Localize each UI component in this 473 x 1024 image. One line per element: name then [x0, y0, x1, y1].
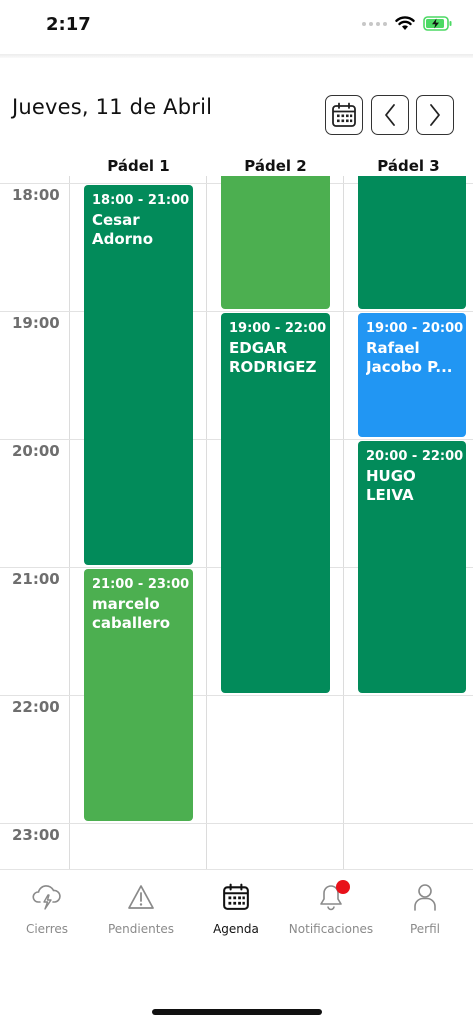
tab-agenda[interactable]: Agenda [189, 870, 283, 950]
calendar-icon [332, 102, 356, 127]
time-label: 18:00 [12, 186, 60, 204]
hour-line [0, 823, 473, 824]
court-header-2: Pádel 2 [244, 157, 307, 175]
chevron-left-icon [385, 104, 395, 126]
booking-name: marcelo caballero [92, 595, 171, 632]
hour-line [0, 695, 473, 696]
home-indicator[interactable] [152, 1009, 322, 1015]
grid-divider [206, 176, 207, 869]
tab-label: Perfil [409, 922, 441, 936]
booking-name: Cesar Adorno [92, 211, 154, 248]
grid-divider [343, 176, 344, 869]
page-title: Jueves, 11 de Abril [12, 95, 213, 119]
storm-cloud-icon [32, 885, 61, 910]
hour-line [0, 311, 473, 312]
booking-time: 18:00 - 21:00 [92, 193, 190, 208]
signal-icon [362, 21, 387, 26]
agenda-header: Jueves, 11 de Abril [0, 58, 473, 158]
previous-day-button[interactable] [371, 95, 409, 135]
booking-card[interactable]: 21:00 - 23:00 marcelo caballero [84, 569, 193, 821]
tab-label: Agenda [213, 922, 259, 936]
battery-charging-icon [423, 16, 452, 31]
notification-badge [336, 880, 350, 894]
booking-card[interactable]: 19:00 - 22:00 EDGAR RODRIGEZ [221, 313, 330, 693]
tab-pendientes[interactable]: Pendientes [94, 870, 188, 950]
time-label: 22:00 [12, 698, 60, 716]
booking-name: EDGAR RODRIGEZ [229, 339, 317, 376]
time-label: 23:00 [12, 826, 60, 844]
court-column-headers: Pádel 1 Pádel 2 Pádel 3 [0, 155, 473, 177]
time-label: 20:00 [12, 442, 60, 460]
time-label: 19:00 [12, 314, 60, 332]
booking-card[interactable]: 20:00 - 22:00 HUGO LEIVA [358, 441, 466, 693]
bottom-tab-bar: Cierres Pendientes Agenda Notificaciones… [0, 869, 473, 979]
booking-name: HUGO LEIVA [366, 467, 416, 504]
warning-icon [128, 885, 154, 909]
court-header-1: Pádel 1 [107, 157, 170, 175]
booking-card[interactable] [358, 176, 466, 309]
chevron-right-icon [430, 104, 440, 126]
calendar-picker-button[interactable] [325, 95, 363, 135]
status-time: 2:17 [46, 14, 91, 35]
tab-label: Cierres [25, 922, 69, 936]
next-day-button[interactable] [416, 95, 454, 135]
booking-time: 20:00 - 22:00 [366, 449, 464, 464]
tab-notificaciones[interactable]: Notificaciones [284, 870, 378, 950]
status-bar: 2:17 [0, 0, 473, 56]
tab-perfil[interactable]: Perfil [378, 870, 472, 950]
tab-label: Notificaciones [288, 922, 374, 936]
status-icons [362, 16, 453, 31]
time-label: 21:00 [12, 570, 60, 588]
wifi-icon [395, 16, 415, 30]
tab-cierres[interactable]: Cierres [0, 870, 94, 950]
booking-time: 19:00 - 20:00 [366, 321, 464, 336]
booking-card[interactable]: 18:00 - 21:00 Cesar Adorno [84, 185, 193, 565]
tab-label: Pendientes [107, 922, 175, 936]
person-icon [414, 884, 436, 911]
booking-time: 21:00 - 23:00 [92, 577, 190, 592]
booking-card[interactable]: 19:00 - 20:00 Rafael Jacobo P... [358, 313, 466, 437]
booking-name: Rafael Jacobo P... [366, 339, 453, 376]
grid-divider [69, 176, 70, 869]
court-header-3: Pádel 3 [377, 157, 440, 175]
booking-card[interactable] [221, 176, 330, 309]
schedule-grid[interactable]: 18:00 19:00 20:00 21:00 22:00 23:00 18:0… [0, 176, 473, 869]
booking-time: 19:00 - 22:00 [229, 321, 327, 336]
calendar-icon [223, 883, 249, 910]
